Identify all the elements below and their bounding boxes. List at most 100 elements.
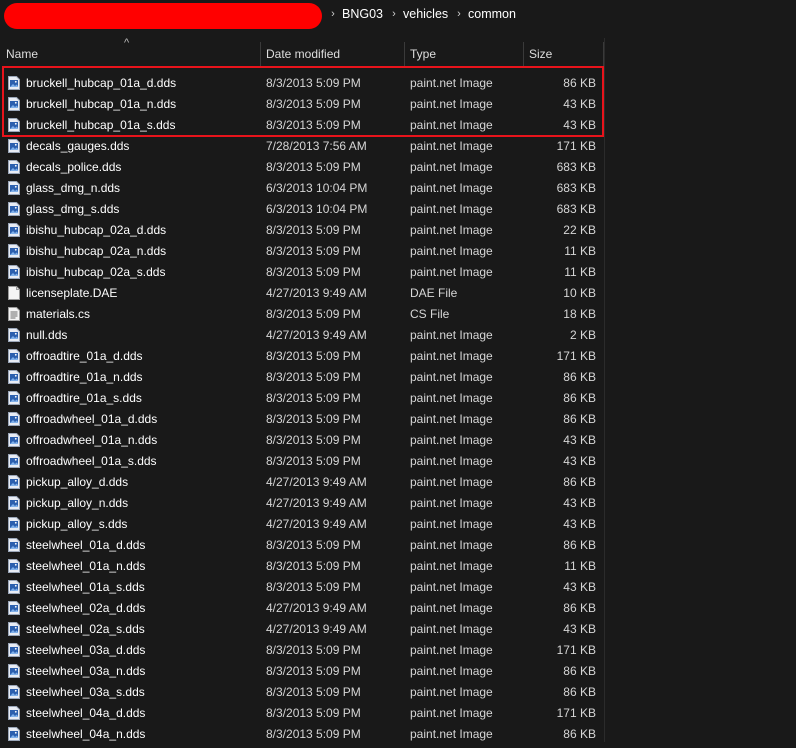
- file-row[interactable]: steelwheel_02a_d.dds 4/27/2013 9:49 AM pai…: [0, 598, 604, 619]
- column-header-type[interactable]: Type: [404, 40, 524, 68]
- image-file-icon: [8, 706, 20, 720]
- file-name: steelwheel_04a_d.dds: [26, 706, 146, 720]
- file-row[interactable]: glass_dmg_s.dds 6/3/2013 10:04 PM paint.ne…: [0, 199, 604, 220]
- text-file-icon: [8, 307, 20, 321]
- file-row[interactable]: decals_gauges.dds 7/28/2013 7:56 AM paint.…: [0, 136, 604, 157]
- image-file-icon: [8, 601, 20, 615]
- file-name: ibishu_hubcap_02a_s.dds: [26, 265, 166, 279]
- image-file-icon: [8, 118, 20, 132]
- file-size: 43 KB: [563, 97, 596, 111]
- file-row[interactable]: licenseplate.DAE 4/27/2013 9:49 AM DAE Fil…: [0, 283, 604, 304]
- file-type: paint.net Image: [410, 265, 493, 279]
- file-row[interactable]: null.dds 4/27/2013 9:49 AM paint.net Image…: [0, 325, 604, 346]
- file-size: 86 KB: [563, 601, 596, 615]
- file-row[interactable]: steelwheel_01a_n.dds 8/3/2013 5:09 PM pain…: [0, 556, 604, 577]
- file-date-modified: 8/3/2013 5:09 PM: [266, 454, 361, 468]
- column-header-date[interactable]: Date modified: [260, 40, 404, 68]
- file-row[interactable]: decals_police.dds 8/3/2013 5:09 PM paint.n…: [0, 157, 604, 178]
- file-row[interactable]: offroadtire_01a_s.dds 8/3/2013 5:09 PM pai…: [0, 388, 604, 409]
- file-size: 43 KB: [563, 454, 596, 468]
- file-size: 43 KB: [563, 433, 596, 447]
- breadcrumb-item[interactable]: common: [468, 7, 516, 21]
- file-type: paint.net Image: [410, 412, 493, 426]
- breadcrumb-item[interactable]: BNG03: [342, 7, 383, 21]
- file-row[interactable]: pickup_alloy_d.dds 4/27/2013 9:49 AM paint…: [0, 472, 604, 493]
- file-date-modified: 8/3/2013 5:09 PM: [266, 391, 361, 405]
- file-type: paint.net Image: [410, 139, 493, 153]
- file-row[interactable]: bruckell_hubcap_01a_n.dds 8/3/2013 5:09 P…: [0, 94, 604, 115]
- file-type: paint.net Image: [410, 202, 493, 216]
- file-date-modified: 8/3/2013 5:09 PM: [266, 160, 361, 174]
- file-row[interactable]: steelwheel_03a_d.dds 8/3/2013 5:09 PM pain…: [0, 640, 604, 661]
- file-type: DAE File: [410, 286, 458, 300]
- file-name: steelwheel_03a_s.dds: [26, 685, 145, 699]
- file-size: 43 KB: [563, 118, 596, 132]
- file-type: paint.net Image: [410, 496, 493, 510]
- file-type: paint.net Image: [410, 601, 493, 615]
- file-row[interactable]: steelwheel_03a_s.dds 8/3/2013 5:09 PM pain…: [0, 682, 604, 703]
- file-size: 11 KB: [564, 265, 596, 279]
- file-size: 86 KB: [563, 685, 596, 699]
- column-header-size[interactable]: Size: [523, 40, 603, 68]
- file-row[interactable]: materials.cs 8/3/2013 5:09 PM CS File 18 KB: [0, 304, 604, 325]
- image-file-icon: [8, 244, 20, 258]
- file-date-modified: 8/3/2013 5:09 PM: [266, 349, 361, 363]
- chevron-right-icon[interactable]: ›: [389, 7, 399, 21]
- chevron-right-icon[interactable]: ›: [328, 7, 338, 21]
- file-row[interactable]: ibishu_hubcap_02a_n.dds 8/3/2013 5:09 PM p…: [0, 241, 604, 262]
- file-size: 43 KB: [563, 517, 596, 531]
- column-header-name[interactable]: Name: [0, 40, 260, 68]
- image-file-icon: [8, 202, 20, 216]
- file-type: paint.net Image: [410, 97, 493, 111]
- image-file-icon: [8, 412, 20, 426]
- file-row[interactable]: offroadtire_01a_d.dds 8/3/2013 5:09 PM pai…: [0, 346, 604, 367]
- file-type: paint.net Image: [410, 475, 493, 489]
- file-size: 86 KB: [563, 391, 596, 405]
- file-row[interactable]: bruckell_hubcap_01a_d.dds 8/3/2013 5:09 P…: [0, 73, 604, 94]
- file-date-modified: 6/3/2013 10:04 PM: [266, 202, 368, 216]
- file-type: paint.net Image: [410, 160, 493, 174]
- file-date-modified: 8/3/2013 5:09 PM: [266, 412, 361, 426]
- file-row[interactable]: steelwheel_01a_s.dds 8/3/2013 5:09 PM pain…: [0, 577, 604, 598]
- file-name: bruckell_hubcap_01a_s.dds: [26, 118, 176, 132]
- image-file-icon: [8, 433, 20, 447]
- chevron-right-icon[interactable]: ›: [454, 7, 464, 21]
- file-type: paint.net Image: [410, 244, 493, 258]
- blank-file-icon: [8, 286, 20, 300]
- file-row[interactable]: ibishu_hubcap_02a_d.dds 8/3/2013 5:09 PM p…: [0, 220, 604, 241]
- file-name: steelwheel_03a_d.dds: [26, 643, 146, 657]
- image-file-icon: [8, 265, 20, 279]
- file-size: 171 KB: [556, 643, 596, 657]
- image-file-icon: [8, 223, 20, 237]
- file-row[interactable]: pickup_alloy_n.dds 4/27/2013 9:49 AM paint…: [0, 493, 604, 514]
- file-row[interactable]: pickup_alloy_s.dds 4/27/2013 9:49 AM paint…: [0, 514, 604, 535]
- file-type: paint.net Image: [410, 538, 493, 552]
- address-bar[interactable]: › BNG03 › vehicles › common: [0, 0, 796, 30]
- file-row[interactable]: steelwheel_01a_d.dds 8/3/2013 5:09 PM pain…: [0, 535, 604, 556]
- file-row[interactable]: bruckell_hubcap_01a_s.dds 8/3/2013 5:09 P…: [0, 115, 604, 136]
- file-row[interactable]: glass_dmg_n.dds 6/3/2013 10:04 PM paint.ne…: [0, 178, 604, 199]
- file-size: 11 KB: [564, 244, 596, 258]
- file-row[interactable]: ibishu_hubcap_02a_s.dds 8/3/2013 5:09 PM p…: [0, 262, 604, 283]
- image-file-icon: [8, 643, 20, 657]
- image-file-icon: [8, 622, 20, 636]
- image-file-icon: [8, 664, 20, 678]
- file-row[interactable]: steelwheel_03a_n.dds 8/3/2013 5:09 PM pain…: [0, 661, 604, 682]
- file-type: paint.net Image: [410, 580, 493, 594]
- file-row[interactable]: steelwheel_02a_s.dds 4/27/2013 9:49 AM pai…: [0, 619, 604, 640]
- file-row[interactable]: offroadwheel_01a_d.dds 8/3/2013 5:09 PM pa…: [0, 409, 604, 430]
- file-name: materials.cs: [26, 307, 91, 321]
- file-size: 43 KB: [563, 580, 596, 594]
- file-row[interactable]: offroadwheel_01a_s.dds 8/3/2013 5:09 PM pa…: [0, 451, 604, 472]
- file-row[interactable]: offroadtire_01a_n.dds 8/3/2013 5:09 PM pai…: [0, 367, 604, 388]
- file-row[interactable]: steelwheel_04a_d.dds 8/3/2013 5:09 PM pain…: [0, 703, 604, 724]
- file-name: steelwheel_01a_s.dds: [26, 580, 145, 594]
- file-size: 18 KB: [563, 307, 596, 321]
- file-type: paint.net Image: [410, 706, 493, 720]
- breadcrumb-item[interactable]: vehicles: [403, 7, 448, 21]
- file-date-modified: 8/3/2013 5:09 PM: [266, 223, 361, 237]
- file-type: paint.net Image: [410, 643, 493, 657]
- file-row[interactable]: offroadwheel_01a_n.dds 8/3/2013 5:09 PM pa…: [0, 430, 604, 451]
- file-date-modified: 4/27/2013 9:49 AM: [266, 496, 367, 510]
- file-date-modified: 4/27/2013 9:49 AM: [266, 475, 367, 489]
